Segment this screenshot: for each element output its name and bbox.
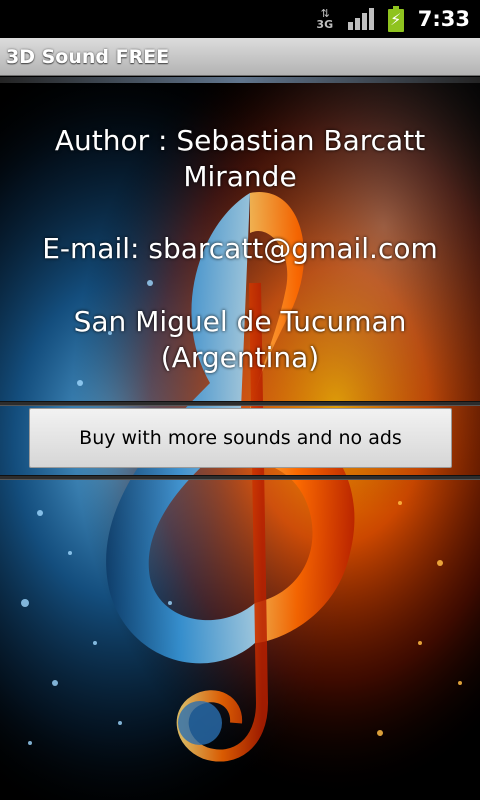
status-bar: ⇅ 3G ⚡ 7:33 — [0, 0, 480, 38]
location-text: San Miguel de Tucuman (Argentina) — [0, 304, 480, 376]
signal-strength-icon — [347, 8, 374, 30]
location-line-1: San Miguel de Tucuman — [73, 305, 407, 338]
button-area-divider-bottom — [0, 475, 480, 480]
charging-bolt-glyph: ⚡ — [390, 10, 402, 29]
network-type-label: 3G — [316, 17, 334, 31]
email-text: E-mail: sbarcatt@gmail.com — [42, 232, 438, 265]
app-title: 3D Sound FREE — [6, 45, 170, 68]
app-title-bar: 3D Sound FREE — [0, 38, 480, 76]
network-3g-icon: ⇅ 3G — [316, 6, 334, 32]
clock: 7:33 — [417, 7, 470, 31]
location-line-2: (Argentina) — [160, 341, 320, 374]
author-line-1: Author : Sebastian Barcatt — [54, 124, 426, 157]
button-area-divider-top — [0, 401, 480, 406]
data-arrows-glyph: ⇅ — [320, 6, 330, 20]
author-text: Author : Sebastian Barcatt Mirande — [0, 123, 480, 195]
buy-full-version-button[interactable]: Buy with more sounds and no ads — [29, 408, 452, 468]
author-line-2: Mirande — [183, 160, 297, 193]
battery-charging-icon: ⚡ — [387, 6, 404, 32]
